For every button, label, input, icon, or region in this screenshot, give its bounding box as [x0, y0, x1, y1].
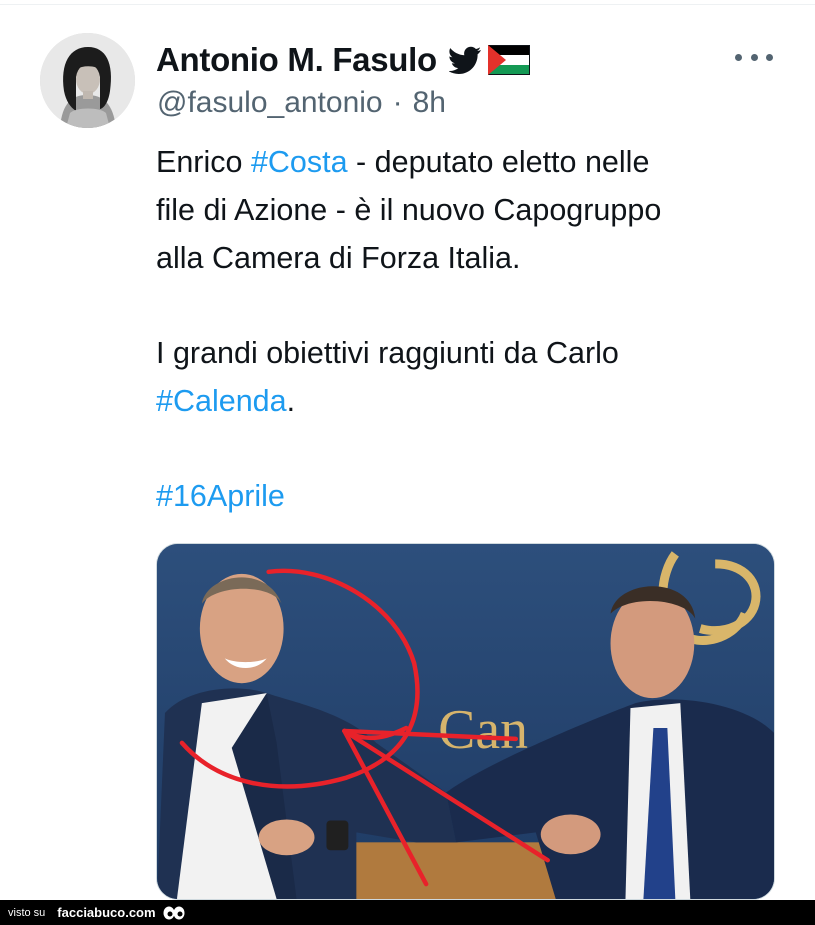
hashtag-link[interactable]: #16Aprile [156, 479, 285, 513]
annotated-photo-two-men-elbow-bump: Can [157, 544, 774, 899]
tweet-text-line: I grandi obiettivi raggiunti da Carlo [156, 329, 776, 377]
hashtag-link[interactable]: #Calenda [156, 384, 287, 418]
tweet-text-line: alla Camera di Forza Italia. [156, 234, 776, 282]
watermark-bar: visto su facciabuco.com [0, 900, 815, 925]
avatar-photo [40, 33, 135, 128]
footer-site[interactable]: facciabuco.com [57, 905, 155, 920]
tweet-text: Enrico #Costa - deputato eletto nelle fil… [156, 138, 776, 520]
wall-text: Can [438, 699, 528, 761]
tweet-text-line: #16Aprile [156, 472, 776, 520]
tweet-media[interactable]: Can [156, 543, 775, 900]
twitter-bird-icon [448, 46, 482, 74]
handle-row: @fasulo_antonio · 8h [157, 86, 446, 120]
tweet-text-segment: Enrico [156, 145, 251, 179]
more-dot [766, 53, 773, 61]
palestine-flag-icon [487, 45, 530, 75]
display-name[interactable]: Antonio M. Fasulo [156, 41, 437, 79]
tweet-text-segment: - deputato eletto nelle [347, 145, 650, 179]
author-row: Antonio M. Fasulo [156, 40, 530, 80]
eyes-icon [162, 905, 186, 921]
hashtag-link[interactable]: #Costa [251, 145, 348, 179]
separator-dot: · [392, 86, 403, 119]
avatar[interactable] [40, 33, 135, 128]
more-dot [750, 53, 758, 61]
tweet-text-segment: I grandi obiettivi raggiunti da Carlo [156, 336, 619, 370]
more-options-icon[interactable] [735, 50, 773, 64]
timestamp[interactable]: 8h [413, 86, 446, 120]
tweet-card[interactable]: Antonio M. Fasulo @fasulo_antonio · 8h E… [0, 0, 815, 900]
handle[interactable]: @fasulo_antonio [157, 86, 383, 120]
tweet-text-segment: file di Azione - è il nuovo Capogruppo [156, 193, 662, 227]
footer-prefix: visto su [8, 906, 46, 919]
tweet-text-line: #Calenda. [156, 377, 776, 425]
more-dot [735, 53, 742, 61]
tweet-text-segment: alla Camera di Forza Italia. [156, 241, 521, 275]
tweet-text-line: Enrico #Costa - deputato eletto nelle [156, 138, 776, 186]
tweet-text-segment: . [286, 384, 296, 418]
tweet-text-line: file di Azione - è il nuovo Capogruppo [156, 186, 776, 234]
